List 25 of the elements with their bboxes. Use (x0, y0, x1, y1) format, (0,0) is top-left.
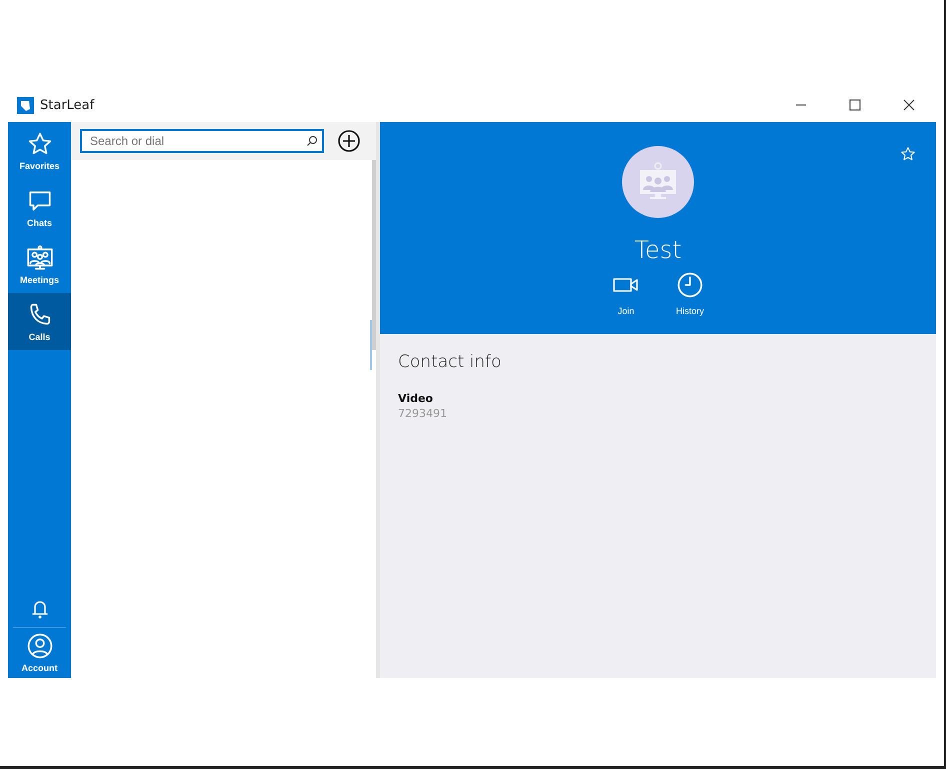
contact-name: Test (634, 236, 682, 264)
account-icon (26, 633, 52, 659)
clock-icon (677, 272, 703, 298)
window-title: StarLeaf (40, 98, 94, 112)
maximize-icon (849, 99, 861, 111)
search-field[interactable]: Search or dial (80, 129, 324, 153)
nav-item[interactable]: Favorites (8, 122, 71, 179)
close-icon (903, 99, 915, 111)
join-button[interactable]: Join (609, 272, 643, 316)
nav-item[interactable]: Meetings (8, 236, 71, 293)
nav-item[interactable]: Account (8, 628, 71, 678)
meeting-icon (26, 244, 54, 270)
bell-icon (30, 599, 48, 619)
star-icon (26, 130, 52, 156)
nav-item[interactable]: Calls (8, 293, 71, 350)
app-logo-icon (17, 96, 34, 114)
field-value: 7293491 (398, 407, 448, 420)
field-label: Video (398, 392, 434, 405)
favorite-button[interactable] (900, 146, 916, 162)
history-button[interactable]: History (673, 272, 707, 316)
section-heading: Contact info (398, 352, 502, 372)
search-icon (306, 135, 318, 147)
add-button[interactable] (338, 130, 360, 152)
plus-circle-icon (338, 130, 360, 152)
nav-item[interactable]: Chats (8, 179, 71, 236)
